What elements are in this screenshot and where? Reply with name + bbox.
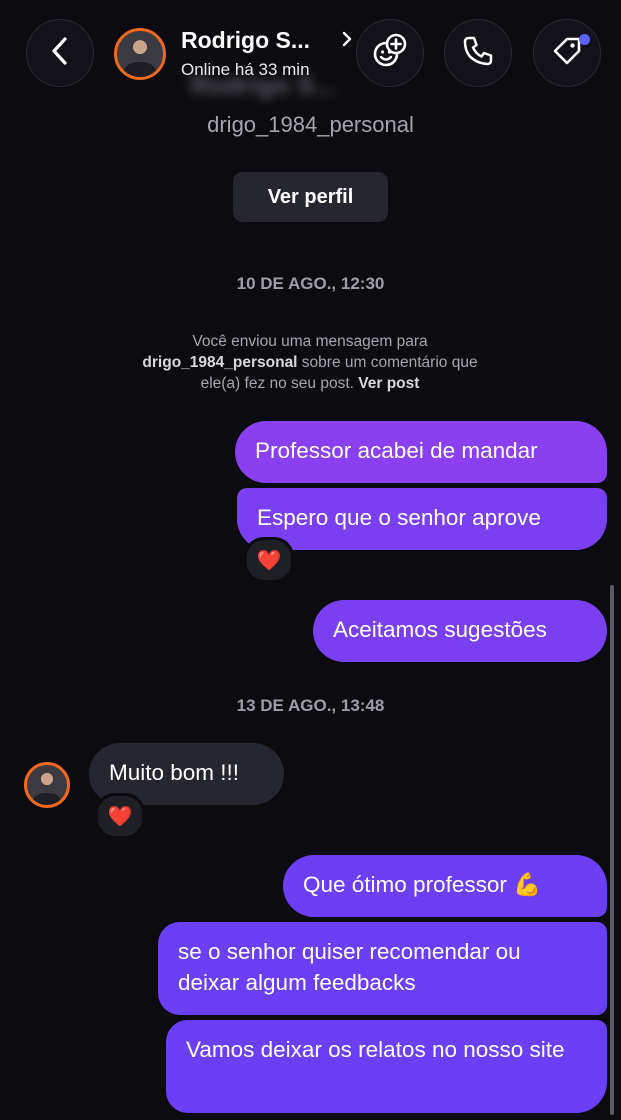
view-post-link[interactable]: Ver post	[358, 375, 419, 392]
phone-icon	[460, 33, 496, 74]
timestamp: 10 DE AGO., 12:30	[236, 274, 385, 293]
message-bubble-outgoing[interactable]: se o senhor quiser recomendar ou deixar …	[158, 922, 607, 1015]
message-bubble-outgoing[interactable]: Espero que o senhor aprove	[237, 488, 607, 550]
chat-screen: Rodrigo S... Rodrigo S... Online há 33 m…	[0, 0, 621, 1120]
heart-reaction-icon[interactable]: ❤️	[95, 793, 145, 839]
effects-button[interactable]	[356, 19, 424, 87]
timestamp: 13 DE AGO., 13:48	[236, 696, 385, 715]
message-bubble-outgoing[interactable]: Professor acabei de mandar	[235, 421, 607, 483]
contact-name[interactable]: Rodrigo S...	[181, 27, 310, 54]
effects-add-icon	[370, 31, 410, 76]
heart-reaction-icon[interactable]: ❤️	[244, 537, 294, 583]
back-chevron-icon	[47, 36, 73, 71]
message-bubble-outgoing[interactable]: Aceitamos sugestões	[313, 600, 607, 662]
system-message: Você enviou uma mensagem para drigo_1984…	[142, 333, 478, 392]
message-bubble-outgoing[interactable]: Vamos deixar os relatos no nosso site	[166, 1020, 607, 1113]
chevron-right-icon[interactable]	[340, 30, 354, 53]
contact-avatar[interactable]	[114, 28, 166, 80]
message-bubble-outgoing[interactable]: Que ótimo professor 💪	[283, 855, 607, 917]
system-message-user[interactable]: drigo_1984_personal	[142, 354, 297, 371]
profile-username: drigo_1984_personal	[207, 112, 414, 137]
contact-status: Online há 33 min	[181, 60, 310, 79]
contact-avatar[interactable]	[24, 762, 70, 808]
notification-dot	[579, 34, 590, 45]
scrollbar[interactable]	[610, 585, 614, 1115]
back-button[interactable]	[26, 19, 94, 87]
call-button[interactable]	[444, 19, 512, 87]
tag-button[interactable]	[533, 19, 601, 87]
view-profile-button[interactable]: Ver perfil	[233, 172, 388, 222]
